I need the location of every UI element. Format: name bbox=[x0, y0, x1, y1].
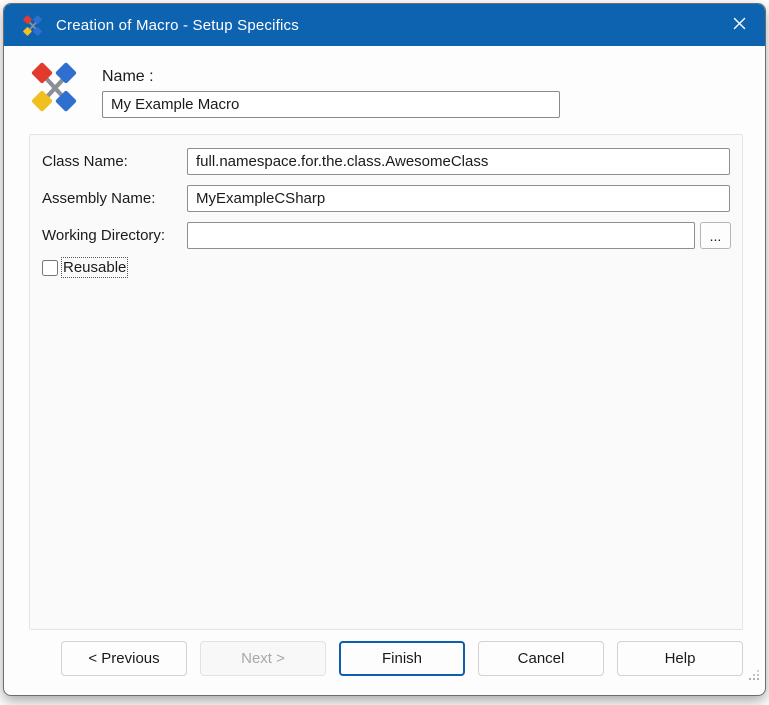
finish-button[interactable]: Finish bbox=[339, 641, 465, 676]
button-bar: < Previous Next > Finish Cancel Help bbox=[4, 641, 765, 676]
reusable-label[interactable]: Reusable bbox=[60, 257, 129, 278]
working-directory-input[interactable] bbox=[187, 222, 695, 249]
macro-icon-large bbox=[29, 62, 79, 112]
cancel-button[interactable]: Cancel bbox=[478, 641, 604, 676]
titlebar: Creation of Macro - Setup Specifics bbox=[4, 4, 765, 46]
browse-button[interactable]: ... bbox=[700, 222, 731, 249]
close-icon bbox=[733, 17, 746, 33]
dialog-window: Creation of Macro - Setup Specifics Name… bbox=[3, 3, 766, 696]
next-button[interactable]: Next > bbox=[200, 641, 326, 676]
reusable-row: Reusable bbox=[42, 257, 129, 278]
main-panel: Class Name: Assembly Name: Working Direc… bbox=[29, 134, 743, 630]
previous-button[interactable]: < Previous bbox=[61, 641, 187, 676]
class-name-input[interactable] bbox=[187, 148, 730, 175]
name-input[interactable] bbox=[102, 91, 560, 118]
assembly-name-input[interactable] bbox=[187, 185, 730, 212]
name-label: Name : bbox=[102, 68, 154, 85]
window-title: Creation of Macro - Setup Specifics bbox=[56, 16, 299, 34]
working-directory-label: Working Directory: bbox=[42, 227, 166, 244]
class-name-label: Class Name: bbox=[42, 153, 128, 170]
macro-icon bbox=[22, 14, 43, 36]
reusable-checkbox[interactable] bbox=[42, 259, 58, 276]
resize-grip[interactable] bbox=[749, 678, 751, 680]
help-button[interactable]: Help bbox=[617, 641, 743, 676]
close-button[interactable] bbox=[713, 4, 765, 46]
assembly-name-label: Assembly Name: bbox=[42, 190, 156, 207]
